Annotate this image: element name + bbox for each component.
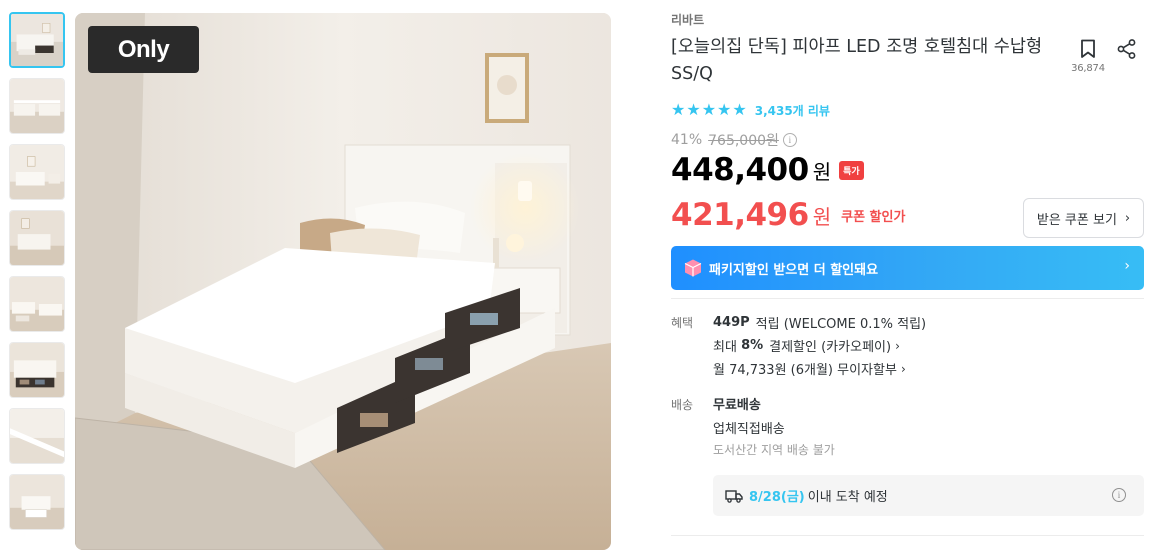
- truck-icon: [725, 489, 743, 503]
- shipping-restriction-text: 도서산간 지역 배송 불가: [713, 443, 835, 457]
- thumbnail-2[interactable]: [9, 78, 65, 134]
- shipping-restriction: 도서산간 지역 배송 불가: [713, 441, 835, 458]
- package-discount-banner[interactable]: 패키지할인 받으면 더 할인돼요 ›: [671, 246, 1144, 290]
- thumbnail-6[interactable]: [9, 342, 65, 398]
- view-coupons-button[interactable]: 받은 쿠폰 보기 ›: [1023, 198, 1144, 238]
- sale-price: 448,400: [671, 152, 809, 188]
- only-badge: Only: [88, 26, 199, 73]
- arrival-text: 이내 도착 예정: [807, 490, 888, 505]
- shipping-label: 배송: [671, 398, 694, 412]
- arrival-info-icon[interactable]: i: [1112, 488, 1126, 502]
- free-shipping: 무료배송: [713, 394, 767, 413]
- max-discount-text: 결제할인 (카카오페이): [769, 340, 892, 355]
- shipping-method: 업체직접배송: [713, 418, 785, 437]
- benefits-label: 혜택: [671, 316, 694, 330]
- star-icon: ★: [671, 100, 686, 119]
- thumbnail-5[interactable]: [9, 276, 65, 332]
- max-prefix: 최대: [713, 340, 737, 355]
- share-button[interactable]: [1116, 38, 1138, 60]
- thumbnail-7[interactable]: [9, 408, 65, 464]
- coupon-currency: 원: [812, 204, 832, 229]
- package-banner-text: 패키지할인 받으면 더 할인돼요: [709, 262, 879, 278]
- divider: [671, 298, 1144, 299]
- bed-photo: [75, 13, 611, 550]
- thumbnail-list: [9, 12, 67, 540]
- star-icon: ★: [686, 100, 701, 119]
- bookmark-icon: [1081, 39, 1095, 58]
- coupon-price-label: 쿠폰 할인가: [841, 209, 906, 225]
- thumbnail-4[interactable]: [9, 210, 65, 266]
- special-deal-badge: 특가: [839, 160, 864, 180]
- discount-percent: 41%: [671, 132, 703, 148]
- view-coupons-label: 받은 쿠폰 보기: [1036, 212, 1117, 228]
- bookmark-count: 36,874: [1071, 63, 1105, 74]
- coupon-price-row: 421,496 원 쿠폰 할인가: [671, 197, 905, 233]
- thumbnail-8[interactable]: [9, 474, 65, 530]
- points-text: 적립 (WELCOME 0.1% 적립): [755, 317, 927, 332]
- installment-text: 월 74,733원 (6개월) 무이자할부: [713, 363, 897, 378]
- arrival-estimate: 8/28(금) 이내 도착 예정 i: [713, 475, 1144, 516]
- package-box-icon: [684, 259, 702, 277]
- chevron-right-icon: ›: [900, 361, 906, 376]
- chevron-right-icon: ›: [895, 338, 900, 353]
- max-percent: 8%: [741, 338, 764, 353]
- discount-row: 41% 765,000원 i: [671, 130, 797, 150]
- chevron-right-icon: ›: [1124, 210, 1131, 226]
- shipping-method-text: 업체직접배송: [713, 422, 785, 437]
- price-info-icon[interactable]: i: [782, 133, 797, 147]
- points-amount: 449P: [713, 315, 750, 330]
- star-icon: ★: [732, 100, 747, 119]
- star-icon: ★: [701, 100, 717, 119]
- thumbnail-3[interactable]: [9, 144, 65, 200]
- product-title: [오늘의집 단독] 피아프 LED 조명 호텔침대 수납형 SS/Q: [671, 37, 1043, 84]
- points-benefit: 449P 적립 (WELCOME 0.1% 적립): [713, 313, 926, 332]
- share-icon: [1117, 39, 1136, 59]
- coupon-price: 421,496: [671, 197, 809, 233]
- original-price: 765,000원: [708, 133, 779, 149]
- arrival-date: 8/28(금): [749, 490, 805, 505]
- thumbnail-1[interactable]: [9, 12, 65, 68]
- card-discount-benefit[interactable]: 최대 8% 결제할인 (카카오페이) ›: [713, 336, 900, 355]
- chevron-right-icon: ›: [1124, 258, 1130, 274]
- main-product-image[interactable]: Only: [75, 13, 611, 550]
- installment-benefit[interactable]: 월 74,733원 (6개월) 무이자할부 ›: [713, 359, 906, 379]
- price-currency: 원: [812, 159, 832, 184]
- review-count-link[interactable]: 3,435개 리뷰: [755, 102, 830, 119]
- action-buttons: 36,874: [1069, 36, 1145, 80]
- brand-name[interactable]: 리바트: [671, 11, 704, 28]
- price-row: 448,400 원 특가: [671, 152, 864, 188]
- star-rating: ★ ★ ★ ★ ★: [671, 101, 747, 119]
- rating-row: ★ ★ ★ ★ ★ 3,435개 리뷰: [671, 101, 830, 119]
- free-shipping-text: 무료배송: [713, 398, 761, 413]
- star-icon: ★: [717, 100, 732, 119]
- bookmark-button[interactable]: 36,874: [1069, 36, 1107, 74]
- divider: [671, 535, 1144, 536]
